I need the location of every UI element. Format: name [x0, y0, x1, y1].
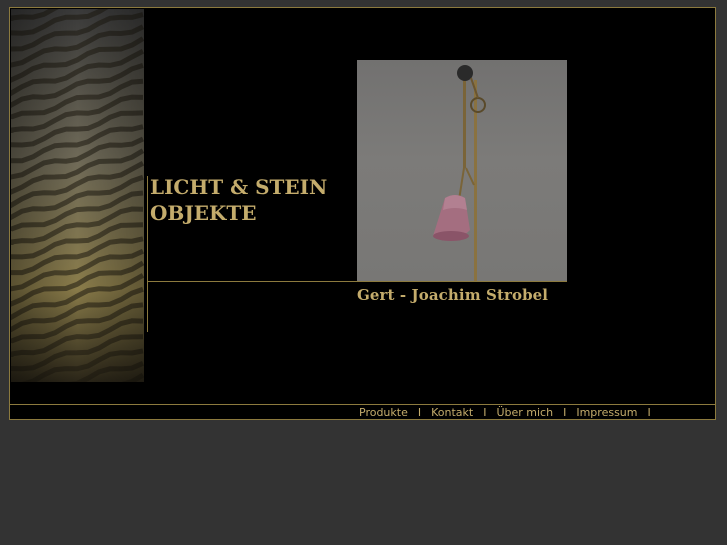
- page-frame: LICHT & STEIN OBJEKTE Gert - Joachim Str…: [9, 7, 716, 420]
- stone-texture-image: [11, 9, 144, 382]
- nav-link-impressum[interactable]: Impressum: [576, 406, 637, 419]
- nav-separator: I: [563, 406, 567, 419]
- author-name: Gert - Joachim Strobel: [357, 286, 549, 304]
- horizontal-divider: [147, 281, 567, 282]
- lamp-photo: [357, 60, 567, 281]
- vertical-divider: [147, 176, 148, 332]
- brand-title: LICHT & STEIN OBJEKTE: [150, 174, 327, 226]
- nav-separator: I: [647, 406, 651, 419]
- nav-separator: I: [417, 406, 422, 419]
- nav-separator: I: [483, 406, 487, 419]
- brand-line-1: LICHT & STEIN: [150, 175, 328, 199]
- brand-line-2: OBJEKTE: [150, 201, 257, 225]
- footer-nav: Produkte I Kontakt I Über mich I Impressum I: [10, 404, 715, 419]
- nav-link-ueber-mich[interactable]: Über mich: [496, 406, 553, 419]
- nav-link-produkte[interactable]: Produkte: [359, 406, 408, 419]
- nav-link-kontakt[interactable]: Kontakt: [431, 406, 473, 419]
